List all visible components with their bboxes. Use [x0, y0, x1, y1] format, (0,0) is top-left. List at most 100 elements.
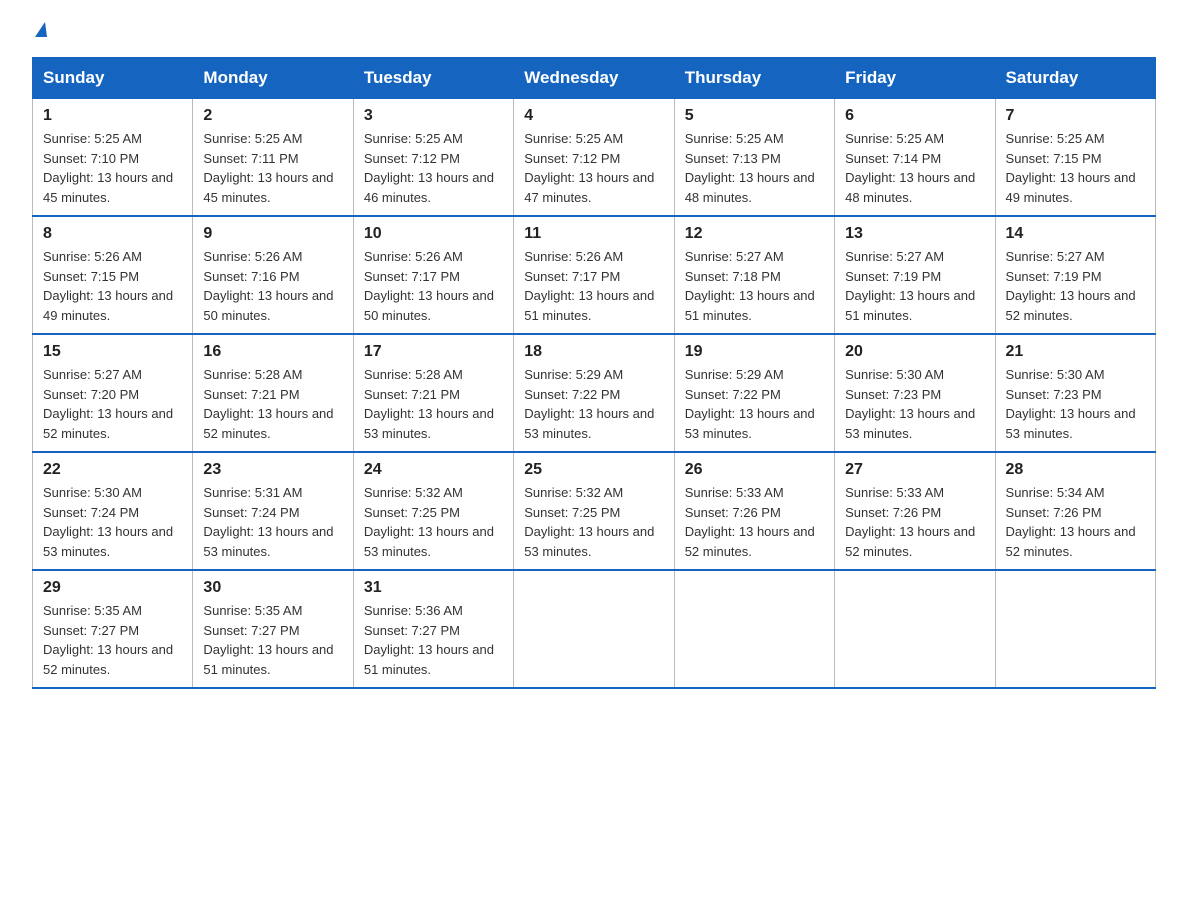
column-header-friday: Friday [835, 58, 995, 99]
day-number: 17 [364, 343, 503, 361]
day-info: Sunrise: 5:32 AM Sunset: 7:25 PM Dayligh… [524, 483, 663, 561]
calendar-cell: 17 Sunrise: 5:28 AM Sunset: 7:21 PM Dayl… [353, 334, 513, 452]
calendar-cell: 7 Sunrise: 5:25 AM Sunset: 7:15 PM Dayli… [995, 99, 1155, 217]
day-number: 16 [203, 343, 342, 361]
calendar-cell: 28 Sunrise: 5:34 AM Sunset: 7:26 PM Dayl… [995, 452, 1155, 570]
calendar-week-row: 8 Sunrise: 5:26 AM Sunset: 7:15 PM Dayli… [33, 216, 1156, 334]
calendar-cell: 18 Sunrise: 5:29 AM Sunset: 7:22 PM Dayl… [514, 334, 674, 452]
calendar-week-row: 1 Sunrise: 5:25 AM Sunset: 7:10 PM Dayli… [33, 99, 1156, 217]
day-number: 5 [685, 107, 824, 125]
day-number: 31 [364, 579, 503, 597]
calendar-week-row: 15 Sunrise: 5:27 AM Sunset: 7:20 PM Dayl… [33, 334, 1156, 452]
day-info: Sunrise: 5:27 AM Sunset: 7:18 PM Dayligh… [685, 247, 824, 325]
calendar-cell: 14 Sunrise: 5:27 AM Sunset: 7:19 PM Dayl… [995, 216, 1155, 334]
day-number: 21 [1006, 343, 1145, 361]
day-info: Sunrise: 5:25 AM Sunset: 7:10 PM Dayligh… [43, 129, 182, 207]
calendar-cell: 21 Sunrise: 5:30 AM Sunset: 7:23 PM Dayl… [995, 334, 1155, 452]
day-number: 2 [203, 107, 342, 125]
calendar-cell: 24 Sunrise: 5:32 AM Sunset: 7:25 PM Dayl… [353, 452, 513, 570]
calendar-week-row: 22 Sunrise: 5:30 AM Sunset: 7:24 PM Dayl… [33, 452, 1156, 570]
day-number: 4 [524, 107, 663, 125]
day-number: 25 [524, 461, 663, 479]
day-info: Sunrise: 5:33 AM Sunset: 7:26 PM Dayligh… [685, 483, 824, 561]
calendar-cell: 16 Sunrise: 5:28 AM Sunset: 7:21 PM Dayl… [193, 334, 353, 452]
day-number: 23 [203, 461, 342, 479]
day-info: Sunrise: 5:25 AM Sunset: 7:12 PM Dayligh… [364, 129, 503, 207]
calendar-cell: 9 Sunrise: 5:26 AM Sunset: 7:16 PM Dayli… [193, 216, 353, 334]
calendar-cell: 29 Sunrise: 5:35 AM Sunset: 7:27 PM Dayl… [33, 570, 193, 688]
day-info: Sunrise: 5:35 AM Sunset: 7:27 PM Dayligh… [203, 601, 342, 679]
day-info: Sunrise: 5:26 AM Sunset: 7:16 PM Dayligh… [203, 247, 342, 325]
calendar-cell: 15 Sunrise: 5:27 AM Sunset: 7:20 PM Dayl… [33, 334, 193, 452]
column-header-tuesday: Tuesday [353, 58, 513, 99]
column-header-thursday: Thursday [674, 58, 834, 99]
day-info: Sunrise: 5:26 AM Sunset: 7:17 PM Dayligh… [524, 247, 663, 325]
column-header-saturday: Saturday [995, 58, 1155, 99]
day-number: 6 [845, 107, 984, 125]
day-info: Sunrise: 5:29 AM Sunset: 7:22 PM Dayligh… [524, 365, 663, 443]
calendar-cell: 20 Sunrise: 5:30 AM Sunset: 7:23 PM Dayl… [835, 334, 995, 452]
day-info: Sunrise: 5:33 AM Sunset: 7:26 PM Dayligh… [845, 483, 984, 561]
calendar-cell: 8 Sunrise: 5:26 AM Sunset: 7:15 PM Dayli… [33, 216, 193, 334]
calendar-cell: 3 Sunrise: 5:25 AM Sunset: 7:12 PM Dayli… [353, 99, 513, 217]
calendar-cell: 11 Sunrise: 5:26 AM Sunset: 7:17 PM Dayl… [514, 216, 674, 334]
day-number: 18 [524, 343, 663, 361]
logo-triangle-icon [35, 22, 47, 37]
day-number: 11 [524, 225, 663, 243]
day-info: Sunrise: 5:25 AM Sunset: 7:14 PM Dayligh… [845, 129, 984, 207]
column-header-sunday: Sunday [33, 58, 193, 99]
calendar-cell: 10 Sunrise: 5:26 AM Sunset: 7:17 PM Dayl… [353, 216, 513, 334]
day-number: 27 [845, 461, 984, 479]
day-info: Sunrise: 5:30 AM Sunset: 7:23 PM Dayligh… [1006, 365, 1145, 443]
calendar-cell: 6 Sunrise: 5:25 AM Sunset: 7:14 PM Dayli… [835, 99, 995, 217]
day-info: Sunrise: 5:36 AM Sunset: 7:27 PM Dayligh… [364, 601, 503, 679]
day-info: Sunrise: 5:35 AM Sunset: 7:27 PM Dayligh… [43, 601, 182, 679]
column-header-monday: Monday [193, 58, 353, 99]
day-info: Sunrise: 5:34 AM Sunset: 7:26 PM Dayligh… [1006, 483, 1145, 561]
day-number: 19 [685, 343, 824, 361]
page-header [32, 24, 1156, 39]
day-number: 29 [43, 579, 182, 597]
calendar-cell: 2 Sunrise: 5:25 AM Sunset: 7:11 PM Dayli… [193, 99, 353, 217]
day-info: Sunrise: 5:25 AM Sunset: 7:13 PM Dayligh… [685, 129, 824, 207]
day-info: Sunrise: 5:32 AM Sunset: 7:25 PM Dayligh… [364, 483, 503, 561]
calendar-cell: 30 Sunrise: 5:35 AM Sunset: 7:27 PM Dayl… [193, 570, 353, 688]
day-number: 20 [845, 343, 984, 361]
calendar-cell: 4 Sunrise: 5:25 AM Sunset: 7:12 PM Dayli… [514, 99, 674, 217]
calendar-cell: 27 Sunrise: 5:33 AM Sunset: 7:26 PM Dayl… [835, 452, 995, 570]
day-info: Sunrise: 5:28 AM Sunset: 7:21 PM Dayligh… [364, 365, 503, 443]
calendar-cell [835, 570, 995, 688]
day-number: 14 [1006, 225, 1145, 243]
day-info: Sunrise: 5:27 AM Sunset: 7:19 PM Dayligh… [1006, 247, 1145, 325]
day-info: Sunrise: 5:25 AM Sunset: 7:15 PM Dayligh… [1006, 129, 1145, 207]
calendar-cell: 23 Sunrise: 5:31 AM Sunset: 7:24 PM Dayl… [193, 452, 353, 570]
day-number: 30 [203, 579, 342, 597]
day-number: 24 [364, 461, 503, 479]
day-number: 15 [43, 343, 182, 361]
logo [32, 24, 47, 39]
day-number: 1 [43, 107, 182, 125]
day-info: Sunrise: 5:29 AM Sunset: 7:22 PM Dayligh… [685, 365, 824, 443]
day-number: 28 [1006, 461, 1145, 479]
calendar-cell: 26 Sunrise: 5:33 AM Sunset: 7:26 PM Dayl… [674, 452, 834, 570]
calendar-cell: 12 Sunrise: 5:27 AM Sunset: 7:18 PM Dayl… [674, 216, 834, 334]
day-info: Sunrise: 5:28 AM Sunset: 7:21 PM Dayligh… [203, 365, 342, 443]
day-number: 10 [364, 225, 503, 243]
calendar-header-row: SundayMondayTuesdayWednesdayThursdayFrid… [33, 58, 1156, 99]
day-info: Sunrise: 5:25 AM Sunset: 7:12 PM Dayligh… [524, 129, 663, 207]
calendar-table: SundayMondayTuesdayWednesdayThursdayFrid… [32, 57, 1156, 689]
calendar-cell: 22 Sunrise: 5:30 AM Sunset: 7:24 PM Dayl… [33, 452, 193, 570]
day-info: Sunrise: 5:30 AM Sunset: 7:24 PM Dayligh… [43, 483, 182, 561]
calendar-cell: 25 Sunrise: 5:32 AM Sunset: 7:25 PM Dayl… [514, 452, 674, 570]
day-info: Sunrise: 5:31 AM Sunset: 7:24 PM Dayligh… [203, 483, 342, 561]
calendar-cell: 19 Sunrise: 5:29 AM Sunset: 7:22 PM Dayl… [674, 334, 834, 452]
day-info: Sunrise: 5:26 AM Sunset: 7:17 PM Dayligh… [364, 247, 503, 325]
day-number: 8 [43, 225, 182, 243]
day-info: Sunrise: 5:27 AM Sunset: 7:20 PM Dayligh… [43, 365, 182, 443]
calendar-cell [674, 570, 834, 688]
calendar-cell: 1 Sunrise: 5:25 AM Sunset: 7:10 PM Dayli… [33, 99, 193, 217]
day-number: 22 [43, 461, 182, 479]
day-number: 13 [845, 225, 984, 243]
day-info: Sunrise: 5:25 AM Sunset: 7:11 PM Dayligh… [203, 129, 342, 207]
day-number: 9 [203, 225, 342, 243]
